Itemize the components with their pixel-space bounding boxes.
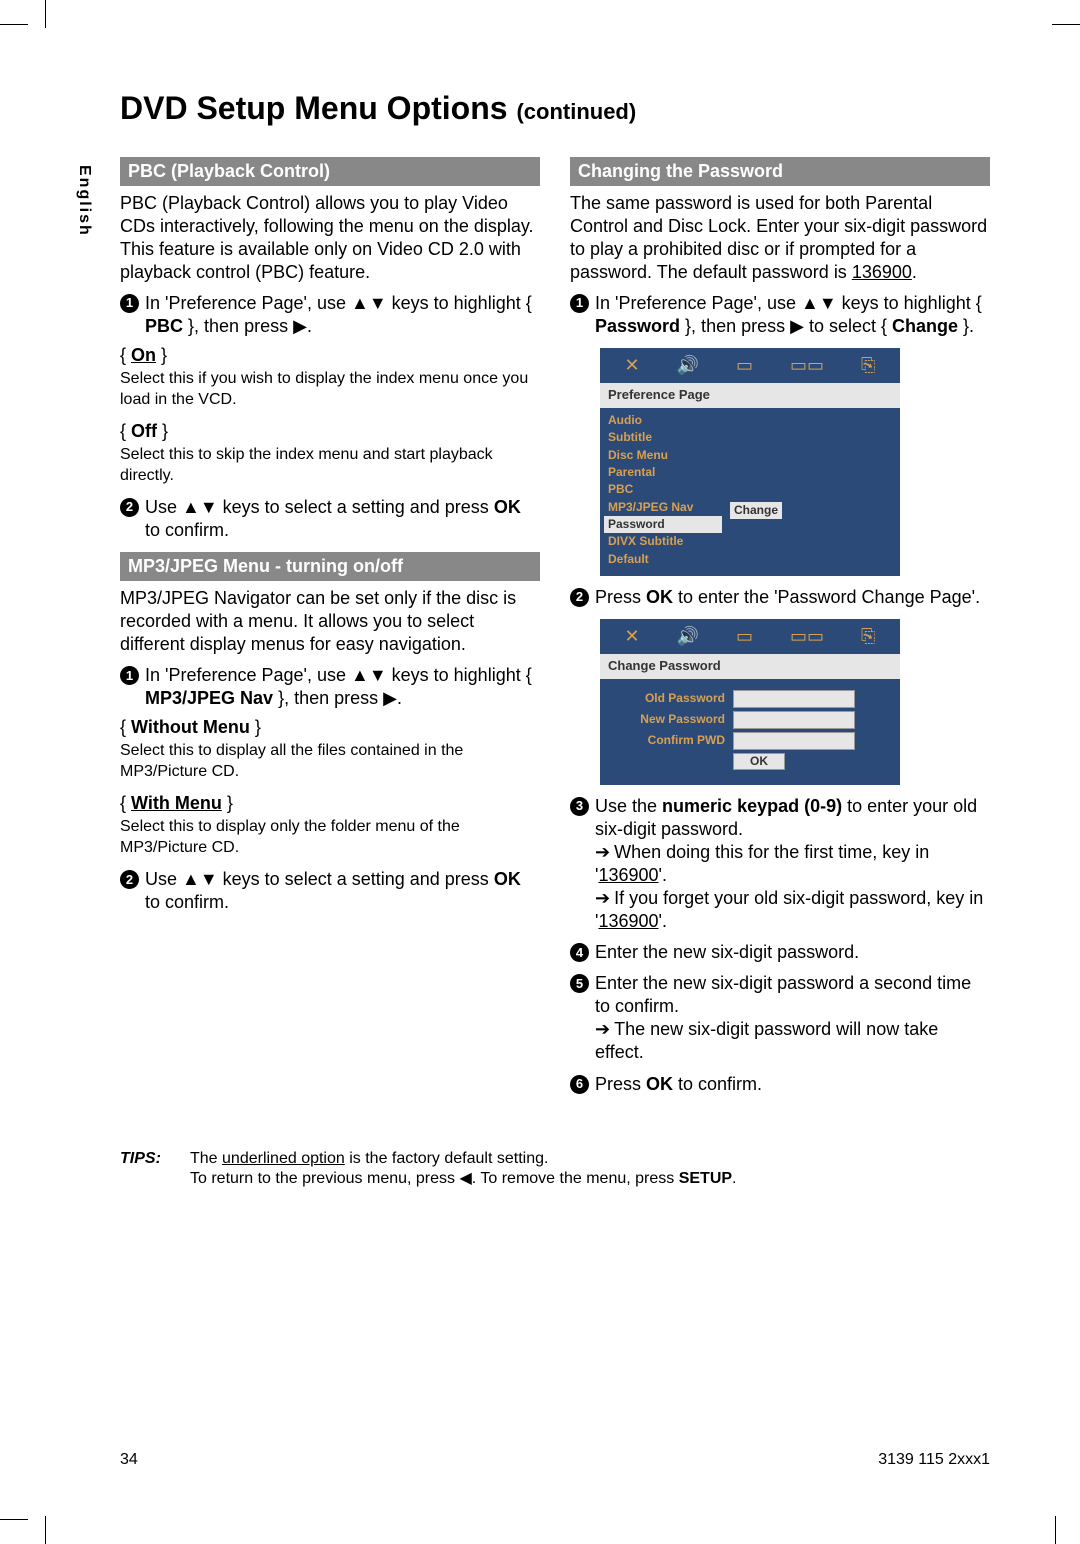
tools-icon: ✕ bbox=[625, 625, 640, 648]
option-without-menu-desc: Select this to display all the files con… bbox=[120, 741, 540, 782]
title-continued: (continued) bbox=[516, 99, 636, 124]
password-intro: The same password is used for both Paren… bbox=[570, 192, 990, 284]
ui-change-password: ✕ 🔊 ▭ ▭▭ ⎘ Change Password Old Password … bbox=[600, 619, 900, 785]
video-icon: ▭ bbox=[736, 354, 753, 377]
pbc-intro: PBC (Playback Control) allows you to pla… bbox=[120, 192, 540, 284]
dash-icon: ▭▭ bbox=[790, 354, 824, 377]
option-on: On bbox=[131, 345, 156, 365]
step-number-icon: 2 bbox=[120, 498, 139, 517]
ui-menu-list: Audio Subtitle Disc Menu Parental PBC MP… bbox=[600, 408, 726, 576]
mp3-step-2: 2 Use ▲▼ keys to select a setting and pr… bbox=[120, 868, 540, 914]
exit-icon: ⎘ bbox=[861, 354, 875, 377]
left-column: PBC (Playback Control) PBC (Playback Con… bbox=[120, 147, 540, 1100]
tips-label: TIPS: bbox=[120, 1150, 190, 1188]
new-password-field bbox=[733, 711, 855, 729]
step-number-icon: 2 bbox=[570, 588, 589, 607]
right-column: Changing the Password The same password … bbox=[570, 147, 990, 1100]
tools-icon: ✕ bbox=[625, 354, 640, 377]
pbc-step-1: 1 In 'Preference Page', use ▲▼ keys to h… bbox=[120, 292, 540, 338]
option-off: Off bbox=[131, 421, 157, 441]
exit-icon: ⎘ bbox=[861, 625, 875, 648]
title-main: DVD Setup Menu Options bbox=[120, 90, 516, 126]
pwd-step-5: 5 Enter the new six-digit password a sec… bbox=[570, 972, 990, 1064]
section-mp3-header: MP3/JPEG Menu - turning on/off bbox=[120, 552, 540, 581]
ui-change-option: Change bbox=[730, 502, 782, 519]
step-number-icon: 3 bbox=[570, 797, 589, 816]
language-tab: English bbox=[75, 165, 93, 237]
mp3-step-1: 1 In 'Preference Page', use ▲▼ keys to h… bbox=[120, 664, 540, 710]
tips-section: TIPS: The underlined option is the facto… bbox=[120, 1150, 990, 1188]
result-text: If you forget your old six-digit passwor… bbox=[595, 887, 990, 933]
pwd-step-1: 1 In 'Preference Page', use ▲▼ keys to h… bbox=[570, 292, 990, 338]
section-password-header: Changing the Password bbox=[570, 157, 990, 186]
step-number-icon: 2 bbox=[120, 870, 139, 889]
confirm-pwd-field bbox=[733, 732, 855, 750]
section-pbc-header: PBC (Playback Control) bbox=[120, 157, 540, 186]
ui-preference-page: ✕ 🔊 ▭ ▭▭ ⎘ Preference Page Audio Subtitl… bbox=[600, 348, 900, 576]
dash-icon: ▭▭ bbox=[790, 625, 824, 648]
pwd-step-2: 2 Press OK to enter the 'Password Change… bbox=[570, 586, 990, 609]
pwd-step-4: 4 Enter the new six-digit password. bbox=[570, 941, 990, 964]
pwd-step-6: 6 Press OK to confirm. bbox=[570, 1073, 990, 1096]
old-password-field bbox=[733, 690, 855, 708]
ui-title: Preference Page bbox=[600, 383, 900, 408]
ok-button: OK bbox=[733, 753, 785, 770]
option-with-menu: With Menu bbox=[131, 793, 222, 813]
step-number-icon: 1 bbox=[570, 294, 589, 313]
option-with-menu-desc: Select this to display only the folder m… bbox=[120, 817, 540, 858]
ui-title: Change Password bbox=[600, 654, 900, 679]
option-on-desc: Select this if you wish to display the i… bbox=[120, 369, 540, 410]
doc-code: 3139 115 2xxx1 bbox=[878, 1451, 990, 1469]
option-without-menu: Without Menu bbox=[131, 717, 250, 737]
speaker-icon: 🔊 bbox=[677, 625, 699, 648]
step-number-icon: 4 bbox=[570, 943, 589, 962]
step-number-icon: 1 bbox=[120, 294, 139, 313]
page-number: 34 bbox=[120, 1451, 138, 1469]
pwd-step-3: 3 Use the numeric keypad (0-9) to enter … bbox=[570, 795, 990, 933]
step-number-icon: 1 bbox=[120, 666, 139, 685]
speaker-icon: 🔊 bbox=[677, 354, 699, 377]
pbc-step-2: 2 Use ▲▼ keys to select a setting and pr… bbox=[120, 496, 540, 542]
mp3-intro: MP3/JPEG Navigator can be set only if th… bbox=[120, 587, 540, 656]
result-text: The new six-digit password will now take… bbox=[595, 1018, 990, 1064]
step-number-icon: 6 bbox=[570, 1075, 589, 1094]
video-icon: ▭ bbox=[736, 625, 753, 648]
option-off-desc: Select this to skip the index menu and s… bbox=[120, 445, 540, 486]
step-number-icon: 5 bbox=[570, 974, 589, 993]
result-text: When doing this for the first time, key … bbox=[595, 841, 990, 887]
page-title: DVD Setup Menu Options (continued) bbox=[120, 90, 990, 127]
